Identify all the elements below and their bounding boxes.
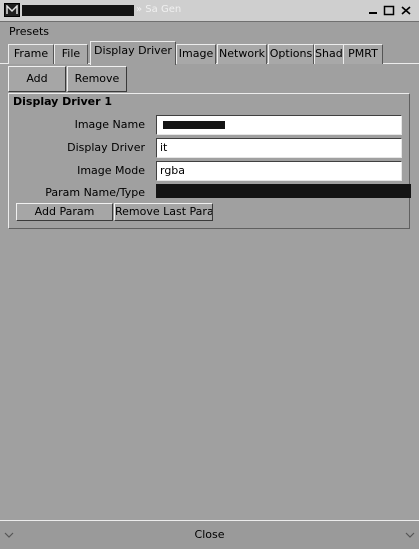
menu-presets[interactable]: Presets <box>9 25 49 38</box>
image-name-redaction <box>163 121 225 129</box>
add-button[interactable]: Add <box>8 66 66 92</box>
remove-last-param-button[interactable]: Remove Last Param <box>114 203 213 221</box>
display-driver-value: it <box>160 141 168 154</box>
title-bar: » Sa Gen <box>0 0 419 22</box>
tab-pmrt[interactable]: PMRT <box>343 44 383 64</box>
add-param-button[interactable]: Add Param <box>16 203 113 221</box>
footer-bar: Close <box>0 520 419 549</box>
param-name-type-label: Param Name/Type <box>45 186 145 199</box>
display-driver-label: Display Driver <box>67 141 145 154</box>
title-redaction <box>22 5 134 16</box>
app-logo-icon <box>4 3 20 17</box>
group-title: Display Driver 1 <box>13 95 117 108</box>
image-mode-value: rgba <box>160 164 186 177</box>
resize-grip-right-icon <box>405 532 415 538</box>
window-title: » Sa Gen <box>136 4 182 15</box>
param-name-type-field[interactable] <box>156 184 411 198</box>
tab-file[interactable]: File <box>54 44 88 64</box>
minimize-icon[interactable] <box>367 5 379 16</box>
menu-bar: Presets <box>0 22 419 40</box>
display-driver-field[interactable]: it <box>156 138 402 158</box>
remove-button[interactable]: Remove <box>67 66 127 92</box>
image-mode-label: Image Mode <box>77 164 145 177</box>
tab-network[interactable]: Network <box>217 44 267 64</box>
maximize-icon[interactable] <box>383 5 395 16</box>
image-name-field[interactable] <box>156 115 402 135</box>
tab-options[interactable]: Options <box>268 44 314 64</box>
close-icon[interactable] <box>400 5 412 16</box>
tab-image[interactable]: Image <box>176 44 216 64</box>
close-button[interactable]: Close <box>0 528 419 541</box>
tab-display-driver[interactable]: Display Driver <box>90 41 176 65</box>
tab-bar: Frame File Display Driver Image Network … <box>0 40 419 65</box>
image-name-label: Image Name <box>74 118 145 131</box>
tab-frame[interactable]: Frame <box>8 44 54 64</box>
image-mode-field[interactable]: rgba <box>156 161 402 181</box>
